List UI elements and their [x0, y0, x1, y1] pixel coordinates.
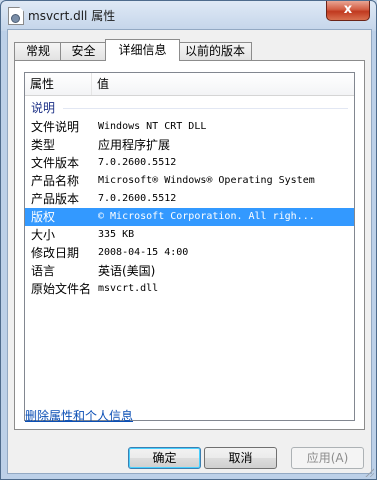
detail-row-product-name[interactable]: 产品名称 Microsoft® Windows® Operating Syste… [25, 172, 354, 190]
row-value: msvcrt.dll [98, 283, 159, 294]
row-value: 英语(美国) [98, 264, 156, 278]
detail-row-file-description[interactable]: 文件说明 Windows NT CRT DLL [25, 118, 354, 136]
row-key: 语言 [31, 264, 56, 278]
tab-general[interactable]: 常规 [14, 42, 62, 60]
row-key: 原始文件名 [31, 282, 92, 296]
details-panel: 属性 值 说明 文件说明 Windows NT CRT DLL 类型 应用程序扩… [14, 60, 365, 430]
row-value: 2008-04-15 4:00 [98, 247, 189, 258]
detail-rows: 文件说明 Windows NT CRT DLL 类型 应用程序扩展 文件版本 7… [25, 118, 354, 298]
list-header: 属性 值 [25, 73, 354, 96]
remove-properties-link[interactable]: 删除属性和个人信息 [25, 407, 133, 424]
row-key: 产品名称 [31, 174, 80, 188]
group-label: 说明 [31, 101, 56, 115]
row-value: 335 KB [98, 229, 135, 240]
row-value: Windows NT CRT DLL [98, 121, 207, 132]
cancel-button[interactable]: 取消 [204, 447, 277, 469]
dialog-body: 常规 安全 详细信息 以前的版本 属性 值 说明 文件说明 Windows NT… [7, 29, 372, 474]
row-key: 版权 [31, 210, 56, 224]
detail-row-file-version[interactable]: 文件版本 7.0.2600.5512 [25, 154, 354, 172]
group-divider [63, 108, 348, 109]
row-key: 文件版本 [31, 156, 80, 170]
detail-row-type[interactable]: 类型 应用程序扩展 [25, 136, 354, 154]
row-key: 大小 [31, 228, 56, 242]
title-bar[interactable]: msvcrt.dll 属性 x [1, 1, 376, 29]
window-title: msvcrt.dll 属性 [28, 9, 116, 23]
detail-row-original-filename[interactable]: 原始文件名 msvcrt.dll [25, 280, 354, 298]
details-list[interactable]: 属性 值 说明 文件说明 Windows NT CRT DLL 类型 应用程序扩… [24, 72, 355, 421]
tab-previous-versions[interactable]: 以前的版本 [178, 42, 252, 60]
detail-row-date-modified[interactable]: 修改日期 2008-04-15 4:00 [25, 244, 354, 262]
column-header-value[interactable]: 值 [92, 73, 347, 95]
row-key: 产品版本 [31, 192, 80, 206]
detail-row-product-version[interactable]: 产品版本 7.0.2600.5512 [25, 190, 354, 208]
row-key: 类型 [31, 138, 56, 152]
properties-dialog: msvcrt.dll 属性 x 常规 安全 详细信息 以前的版本 属性 值 说明 [0, 0, 377, 480]
tab-security[interactable]: 安全 [60, 42, 107, 60]
group-header-description: 说明 [25, 98, 354, 116]
row-value: © Microsoft Corporation. All righ... [98, 211, 315, 222]
ok-button[interactable]: 确定 [128, 447, 201, 469]
tab-details[interactable]: 详细信息 [105, 39, 180, 61]
row-value: 7.0.2600.5512 [98, 193, 177, 204]
row-value: 应用程序扩展 [98, 138, 171, 152]
column-header-property[interactable]: 属性 [25, 73, 92, 95]
dll-file-icon [8, 7, 24, 25]
detail-row-language[interactable]: 语言 英语(美国) [25, 262, 354, 280]
row-value: Microsoft® Windows® Operating System [98, 175, 315, 186]
row-value: 7.0.2600.5512 [98, 157, 177, 168]
row-key: 文件说明 [31, 120, 80, 134]
row-key: 修改日期 [31, 246, 80, 260]
detail-row-size[interactable]: 大小 335 KB [25, 226, 354, 244]
detail-row-copyright[interactable]: 版权 © Microsoft Corporation. All righ... [25, 208, 354, 226]
close-button[interactable]: x [326, 1, 370, 21]
apply-button[interactable]: 应用(A) [291, 447, 364, 469]
